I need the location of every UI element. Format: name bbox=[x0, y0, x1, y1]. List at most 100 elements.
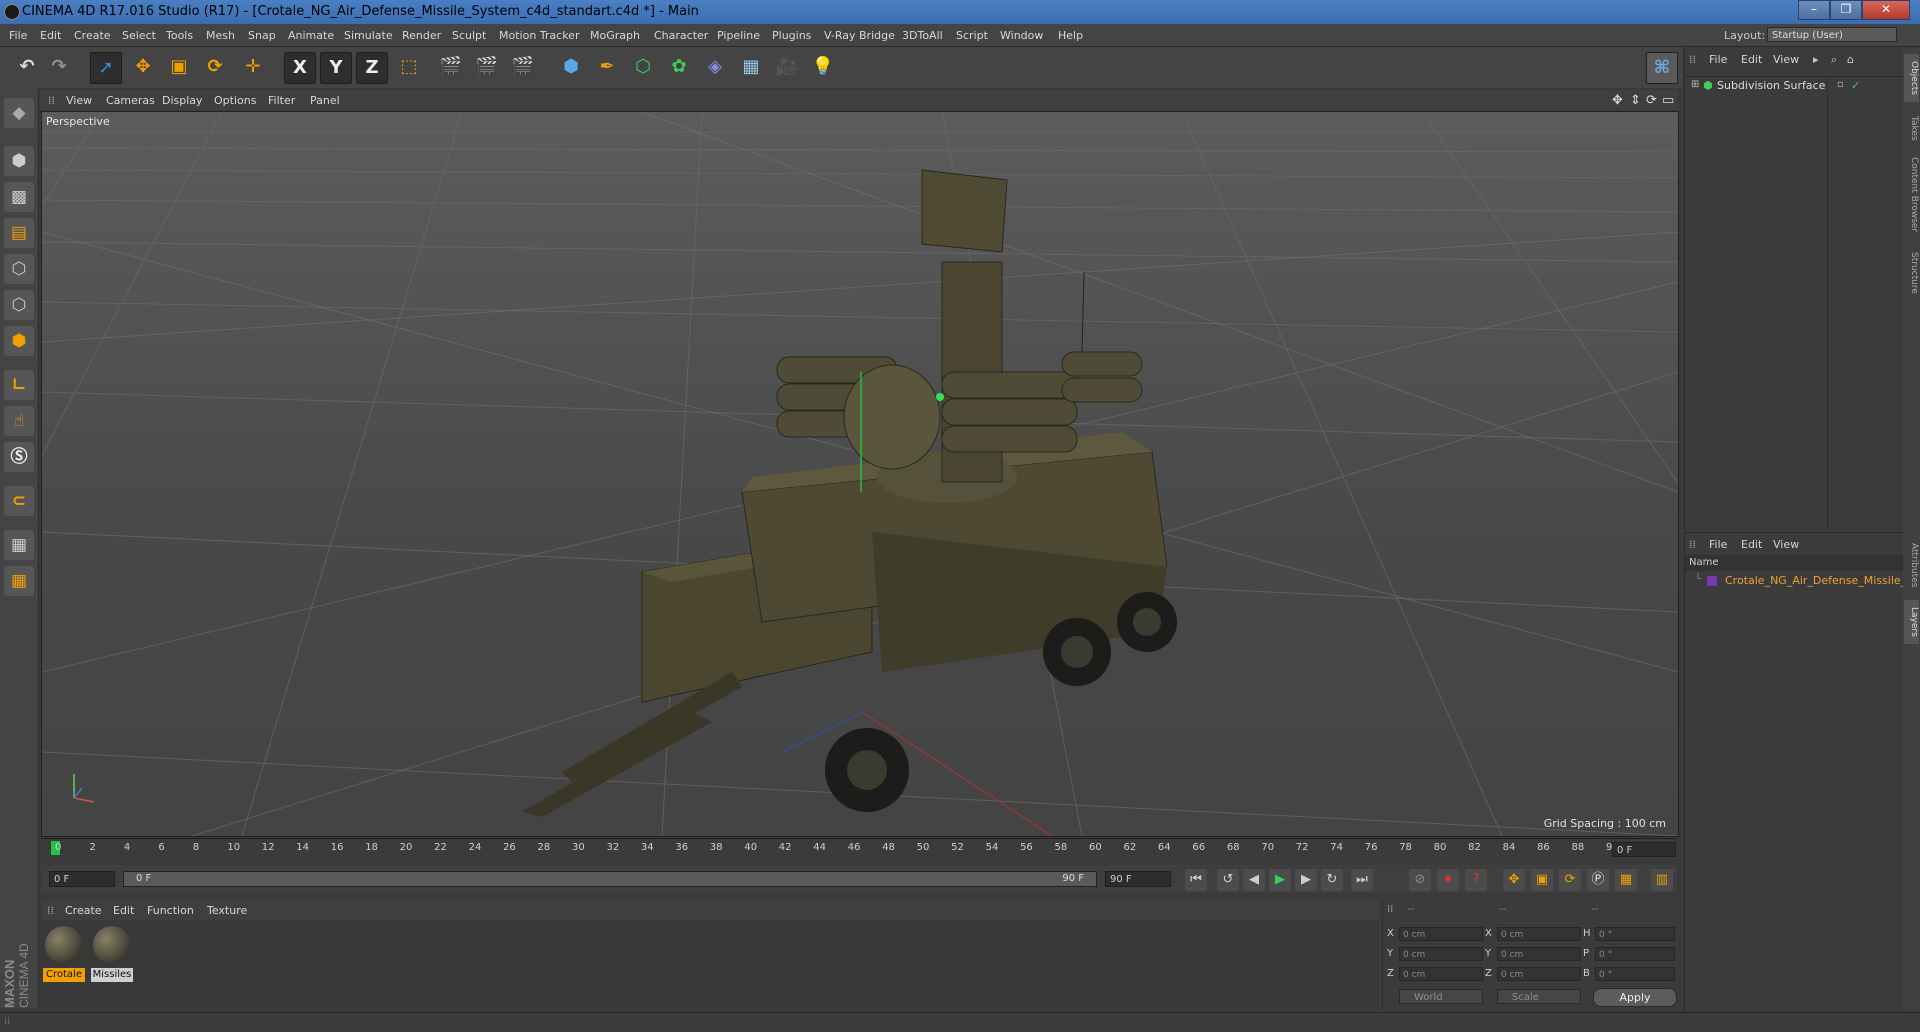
current-frame-field[interactable]: 0 F bbox=[1612, 842, 1676, 857]
viewport-menu-filter[interactable]: Filter bbox=[268, 94, 295, 107]
menu-file[interactable]: File bbox=[9, 29, 27, 42]
pen-spline-button[interactable]: ✒ bbox=[592, 52, 622, 82]
snap-button[interactable]: ⊂ bbox=[4, 486, 34, 516]
tab-structure[interactable]: Structure bbox=[1904, 244, 1919, 302]
tab-layers[interactable]: Layers bbox=[1904, 600, 1919, 644]
menu-tools[interactable]: Tools bbox=[166, 29, 193, 42]
move-tool-button[interactable]: ✥ bbox=[128, 52, 158, 82]
range-slider[interactable]: 0 F 90 F bbox=[123, 871, 1097, 887]
z-axis-button[interactable]: Z bbox=[356, 52, 388, 84]
tweak-mode-button[interactable]: ☝ bbox=[4, 406, 34, 436]
maximize-button[interactable]: ❐ bbox=[1830, 0, 1862, 20]
workplane-align-button[interactable]: ▦ bbox=[4, 566, 34, 596]
y-axis-button[interactable]: Y bbox=[320, 52, 352, 84]
previous-key-button[interactable]: ↺ bbox=[1217, 869, 1239, 891]
record-keys-button[interactable]: ⊘ bbox=[1409, 869, 1431, 891]
render-view-button[interactable]: 🎬 bbox=[436, 52, 466, 82]
material-menu-texture[interactable]: Texture bbox=[207, 904, 247, 917]
layer-menu-edit[interactable]: Edit bbox=[1741, 538, 1762, 551]
size-x-field[interactable]: 0 cm bbox=[1497, 927, 1581, 941]
position-z-field[interactable]: 0 cm bbox=[1399, 967, 1483, 981]
menu-render[interactable]: Render bbox=[402, 29, 441, 42]
live-selection-button[interactable]: ➚ bbox=[90, 52, 122, 84]
play-button[interactable]: ▶ bbox=[1269, 869, 1291, 891]
menu-help[interactable]: Help bbox=[1058, 29, 1083, 42]
layer-row[interactable]: └ Crotale_NG_Air_Defense_Missile_S bbox=[1685, 573, 1913, 589]
tab-content-browser[interactable]: Content Browser bbox=[1904, 152, 1919, 238]
coordinate-system-button[interactable]: ⬚ bbox=[394, 52, 424, 82]
menu-script[interactable]: Script bbox=[956, 29, 988, 42]
next-key-button[interactable]: ↻ bbox=[1321, 869, 1343, 891]
rotation-h-field[interactable]: 0 ° bbox=[1595, 927, 1675, 941]
render-to-picture-viewer-button[interactable]: 🎬 bbox=[472, 52, 502, 82]
go-to-end-button[interactable]: ⏭ bbox=[1351, 869, 1373, 891]
next-frame-button[interactable]: ▶ bbox=[1295, 869, 1317, 891]
lock-workplane-button[interactable]: ▦ bbox=[4, 530, 34, 560]
floor-scene-button[interactable]: ▦ bbox=[736, 52, 766, 82]
material-menu-create[interactable]: Create bbox=[65, 904, 102, 917]
material-menu-edit[interactable]: Edit bbox=[113, 904, 134, 917]
position-y-field[interactable]: 0 cm bbox=[1399, 947, 1483, 961]
viewport-zoom-icon[interactable]: ⇕ bbox=[1630, 93, 1641, 108]
viewport-menu-display[interactable]: Display bbox=[162, 94, 203, 107]
menu-plugins[interactable]: Plugins bbox=[772, 29, 811, 42]
viewport-menu-cameras[interactable]: Cameras bbox=[106, 94, 155, 107]
menu-animate[interactable]: Animate bbox=[288, 29, 334, 42]
key-parameter-button[interactable]: Ⓟ bbox=[1587, 869, 1609, 891]
material-swatch[interactable]: Missiles bbox=[91, 924, 133, 982]
key-rotation-button[interactable]: ⟳ bbox=[1559, 869, 1581, 891]
make-editable-button[interactable]: ◆ bbox=[4, 98, 34, 128]
layer-menu-view[interactable]: View bbox=[1773, 538, 1799, 551]
menu-select[interactable]: Select bbox=[122, 29, 156, 42]
menu-edit[interactable]: Edit bbox=[40, 29, 61, 42]
menu-pipeline[interactable]: Pipeline bbox=[717, 29, 760, 42]
viewport-menu-options[interactable]: Options bbox=[214, 94, 256, 107]
go-to-start-button[interactable]: ⏮ bbox=[1185, 869, 1207, 891]
enabled-check-icon[interactable]: ✓ bbox=[1851, 79, 1860, 92]
previous-frame-button[interactable]: ◀ bbox=[1243, 869, 1265, 891]
menu-3dtoall[interactable]: 3DToAll bbox=[902, 29, 943, 42]
key-scale-button[interactable]: ▣ bbox=[1531, 869, 1553, 891]
rotation-p-field[interactable]: 0 ° bbox=[1595, 947, 1675, 961]
menu-simulate[interactable]: Simulate bbox=[344, 29, 393, 42]
coordinate-mode-dropdown[interactable]: World bbox=[1399, 989, 1483, 1004]
object-menu-edit[interactable]: Edit bbox=[1741, 53, 1762, 66]
solo-button[interactable]: Ⓢ bbox=[4, 442, 34, 472]
rotation-b-field[interactable]: 0 ° bbox=[1595, 967, 1675, 981]
material-menu-function[interactable]: Function bbox=[147, 904, 194, 917]
axis-mode-button[interactable]: ∟ bbox=[4, 370, 34, 400]
minimize-button[interactable]: – bbox=[1798, 0, 1830, 20]
tab-attributes[interactable]: Attributes bbox=[1904, 534, 1919, 596]
menu-create[interactable]: Create bbox=[74, 29, 111, 42]
start-frame-field[interactable]: 0 F bbox=[49, 871, 115, 887]
rotate-tool-button[interactable]: ⟳ bbox=[200, 52, 230, 82]
visibility-icon[interactable]: ▫ bbox=[1837, 79, 1844, 90]
viewport-maximize-icon[interactable]: ▭ bbox=[1662, 93, 1674, 108]
object-menu-file[interactable]: File bbox=[1709, 53, 1727, 66]
x-axis-button[interactable]: X bbox=[284, 52, 316, 84]
camera-object-button[interactable]: 🎥 bbox=[772, 52, 802, 82]
deformer-button[interactable]: ◈ bbox=[700, 52, 730, 82]
menu-motion-tracker[interactable]: Motion Tracker bbox=[499, 29, 579, 42]
polygons-mode-button[interactable]: ⬢ bbox=[4, 326, 34, 356]
size-y-field[interactable]: 0 cm bbox=[1497, 947, 1581, 961]
layout-dropdown[interactable]: Startup (User) bbox=[1767, 27, 1897, 42]
viewport-rotate-icon[interactable]: ⟳ bbox=[1646, 93, 1657, 108]
key-pla-button[interactable]: ▦ bbox=[1615, 869, 1637, 891]
undo-button[interactable]: ↶ bbox=[12, 52, 42, 82]
timeline-window-button[interactable]: ▥ bbox=[1651, 869, 1673, 891]
menu-mograph[interactable]: MoGraph bbox=[590, 29, 640, 42]
transform-tool-button[interactable]: ✛ bbox=[238, 52, 268, 82]
size-mode-dropdown[interactable]: Scale bbox=[1497, 989, 1581, 1004]
material-swatch[interactable]: Crotale bbox=[43, 924, 85, 982]
tab-objects[interactable]: Objects bbox=[1904, 54, 1919, 102]
3d-viewport[interactable]: Perspective Grid Spacing : 100 cm bbox=[41, 111, 1679, 837]
apply-button[interactable]: Apply bbox=[1593, 988, 1677, 1007]
object-menu-view[interactable]: View bbox=[1773, 53, 1799, 66]
redo-button[interactable]: ↷ bbox=[44, 52, 74, 82]
menu-character[interactable]: Character bbox=[654, 29, 708, 42]
object-menu-more-icon[interactable]: ▸ bbox=[1813, 53, 1819, 66]
render-settings-button[interactable]: 🎬 bbox=[508, 52, 538, 82]
scale-tool-button[interactable]: ▣ bbox=[164, 52, 194, 82]
object-home-icon[interactable]: ⌂ bbox=[1847, 53, 1854, 66]
